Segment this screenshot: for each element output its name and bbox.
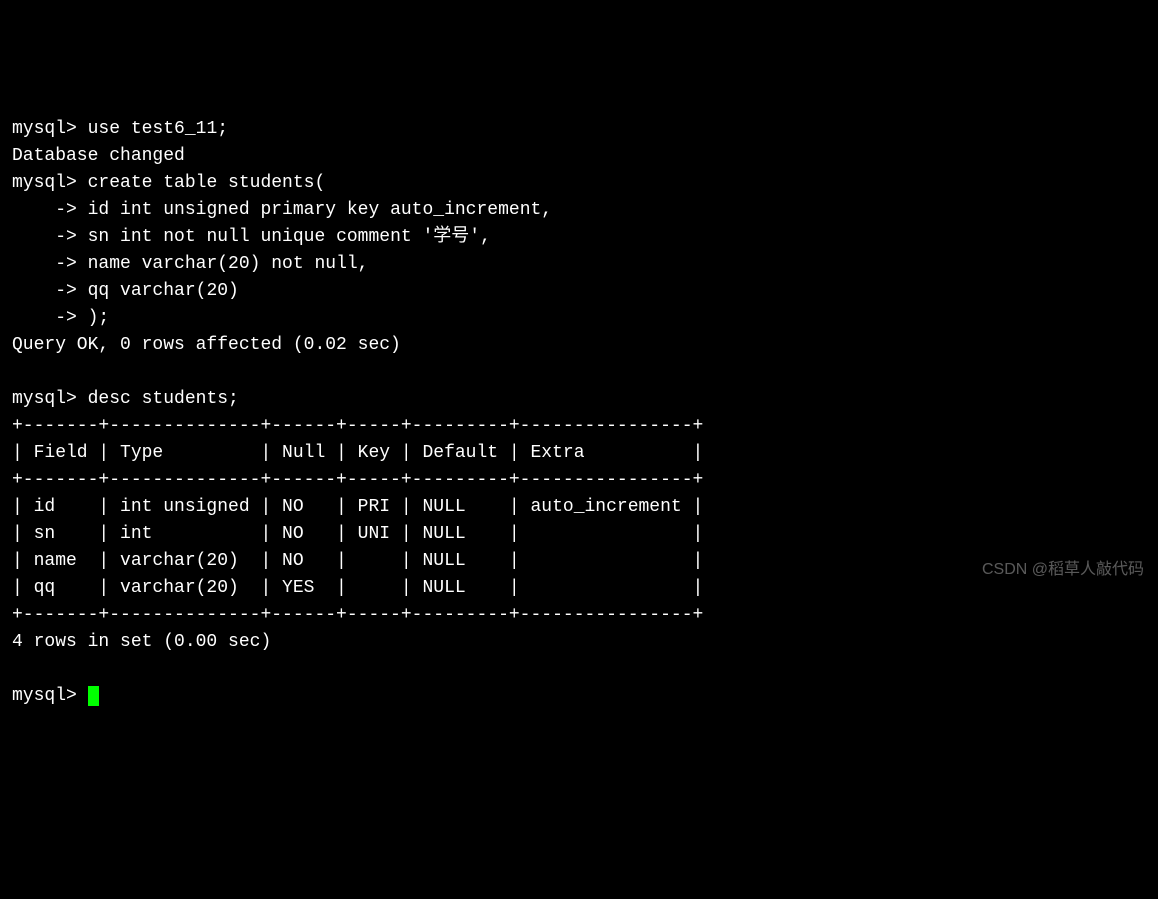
sql-line: sn int not null unique comment '学号', [88,227,491,247]
table-row: | id | int unsigned | NO | PRI | NULL | … [12,497,703,517]
mysql-prompt: mysql> [12,686,77,706]
watermark: CSDN @稻草人敲代码 [982,558,1144,582]
table-row: | qq | varchar(20) | YES | | NULL | | [12,578,703,598]
mysql-prompt: mysql> [12,389,77,409]
rows-in-set-msg: 4 rows in set (0.00 sec) [12,632,271,652]
mysql-prompt: mysql> [12,119,77,139]
terminal-output: mysql> use test6_11; Database changed my… [12,116,1146,710]
mysql-prompt: mysql> [12,173,77,193]
sql-command: create table students( [88,173,326,193]
sql-line: id int unsigned primary key auto_increme… [88,200,552,220]
table-border: +-------+--------------+------+-----+---… [12,605,703,625]
cursor[interactable] [88,686,99,706]
sql-command: use test6_11; [88,119,228,139]
sql-line: name varchar(20) not null, [88,254,369,274]
table-border: +-------+--------------+------+-----+---… [12,470,703,490]
table-row: | name | varchar(20) | NO | | NULL | | [12,551,703,571]
continuation-arrow: -> [12,308,77,328]
query-ok-msg: Query OK, 0 rows affected (0.02 sec) [12,335,401,355]
continuation-arrow: -> [12,281,77,301]
table-header: | Field | Type | Null | Key | Default | … [12,443,703,463]
sql-line: ); [88,308,110,328]
continuation-arrow: -> [12,254,77,274]
sql-line: qq varchar(20) [88,281,239,301]
continuation-arrow: -> [12,200,77,220]
continuation-arrow: -> [12,227,77,247]
db-changed-msg: Database changed [12,146,185,166]
table-border: +-------+--------------+------+-----+---… [12,416,703,436]
sql-command: desc students; [88,389,239,409]
table-row: | sn | int | NO | UNI | NULL | | [12,524,703,544]
